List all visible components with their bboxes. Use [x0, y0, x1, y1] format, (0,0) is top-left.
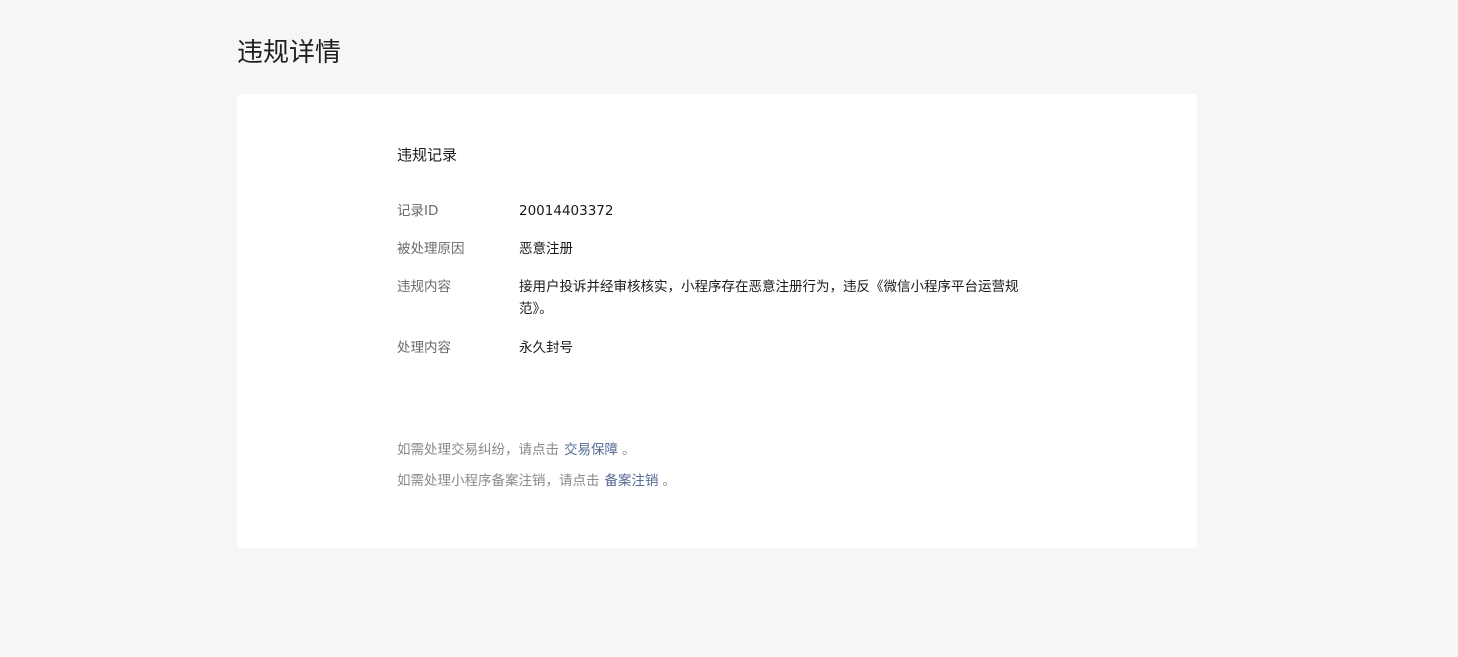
penalty-label: 处理内容 [397, 340, 451, 356]
filing-cancel-hint-suffix: 。 [662, 473, 677, 489]
reason-label: 被处理原因 [397, 241, 465, 257]
page-title: 违规详情 [237, 38, 342, 68]
penalty-row: 处理内容 永久封号 [397, 337, 1041, 359]
filing-cancel-link[interactable]: 备案注销 [605, 473, 659, 489]
filing-cancel-hint: 如需处理小程序备案注销，请点击 备案注销。 [397, 470, 676, 492]
trade-dispute-hint: 如需处理交易纠纷，请点击 交易保障。 [397, 439, 636, 461]
filing-cancel-hint-text: 如需处理小程序备案注销，请点击 [397, 473, 600, 489]
section-title: 违规记录 [397, 146, 458, 164]
violation-record-card: 违规记录 记录ID 20014403372 被处理原因 恶意注册 违规内容 接用… [237, 94, 1197, 548]
violation-content-row: 违规内容 接用户投诉并经审核核实，小程序存在恶意注册行为，违反《微信小程序平台运… [397, 276, 1041, 320]
trade-dispute-hint-suffix: 。 [622, 442, 636, 458]
violation-content-value: 接用户投诉并经审核核实，小程序存在恶意注册行为，违反《微信小程序平台运营规范》。 [519, 279, 1019, 317]
violation-content-label: 违规内容 [397, 279, 451, 295]
penalty-value: 永久封号 [519, 340, 573, 356]
record-id-value: 20014403372 [519, 203, 614, 219]
reason-value: 恶意注册 [519, 241, 573, 257]
trade-protection-link[interactable]: 交易保障 [564, 442, 618, 458]
record-id-label: 记录ID [397, 203, 439, 219]
reason-row: 被处理原因 恶意注册 [397, 238, 1041, 260]
trade-dispute-hint-text: 如需处理交易纠纷，请点击 [397, 442, 559, 458]
record-id-row: 记录ID 20014403372 [397, 200, 1041, 222]
